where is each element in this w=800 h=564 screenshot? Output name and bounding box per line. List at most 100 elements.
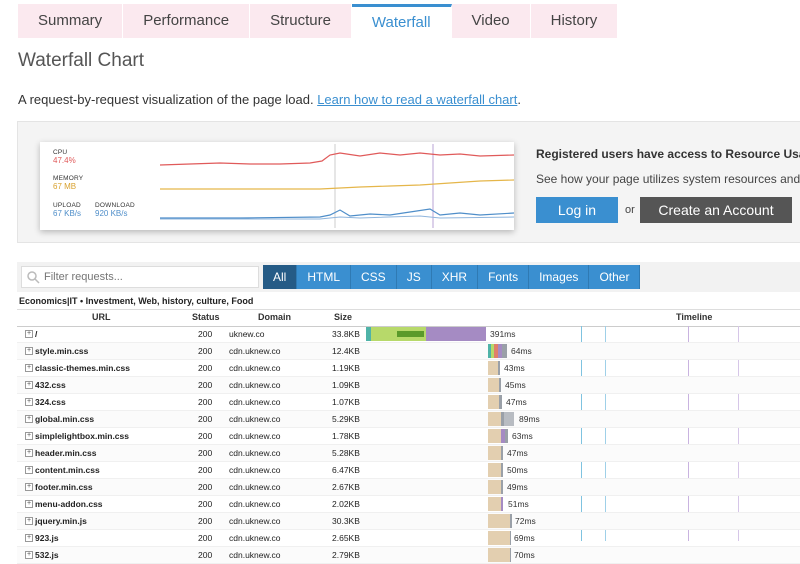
bar-blocked <box>488 395 499 409</box>
row-size: 5.28KB <box>332 448 360 458</box>
row-url: 324.css <box>35 397 66 407</box>
row-status: 200 <box>198 465 213 475</box>
row-url: 432.css <box>35 380 66 390</box>
filter-js-button[interactable]: JS <box>396 265 432 289</box>
table-row[interactable]: + 324.css 200 cdn.uknew.co 1.07KB 47ms <box>17 394 800 411</box>
intro-sentence: A request-by-request visualization of th… <box>18 92 318 107</box>
table-row[interactable]: + menu-addon.css 200 cdn.uknew.co 2.02KB… <box>17 496 800 513</box>
search-icon <box>27 271 40 284</box>
row-time: 89ms <box>519 414 540 424</box>
row-status: 200 <box>198 346 213 356</box>
row-url: simplelightbox.min.css <box>35 431 129 441</box>
tab-structure[interactable]: Structure <box>250 4 352 38</box>
row-size: 1.19KB <box>332 363 360 373</box>
bar-blocked <box>488 497 501 511</box>
row-size: 12.4KB <box>332 346 360 356</box>
expand-icon[interactable]: + <box>25 466 33 474</box>
filter-xhr-button[interactable]: XHR <box>431 265 479 289</box>
expand-icon[interactable]: + <box>25 347 33 355</box>
expand-icon[interactable]: + <box>25 483 33 491</box>
table-row[interactable]: + header.min.css 200 cdn.uknew.co 5.28KB… <box>17 445 800 462</box>
table-row[interactable]: + footer.min.css 200 cdn.uknew.co 2.67KB… <box>17 479 800 496</box>
table-row[interactable]: + classic-themes.min.css 200 cdn.uknew.c… <box>17 360 800 377</box>
expand-icon[interactable]: + <box>25 449 33 457</box>
row-domain: cdn.uknew.co <box>229 499 281 509</box>
tab-history[interactable]: History <box>530 4 619 38</box>
bar-receive <box>504 412 514 426</box>
row-url: style.min.css <box>35 346 89 356</box>
col-status-header[interactable]: Status <box>192 312 220 322</box>
tab-performance[interactable]: Performance <box>123 4 251 38</box>
bar-blocked <box>488 480 501 494</box>
learn-waterfall-link[interactable]: Learn how to read a waterfall chart <box>317 92 517 107</box>
bar-blocked <box>488 514 510 528</box>
row-size: 6.47KB <box>332 465 360 475</box>
filter-other-button[interactable]: Other <box>589 265 641 289</box>
page-title: Waterfall Chart <box>18 50 144 71</box>
col-domain-header[interactable]: Domain <box>258 312 291 322</box>
row-time: 391ms <box>490 329 516 339</box>
bar-receive <box>502 344 507 358</box>
table-row[interactable]: + content.min.css 200 cdn.uknew.co 6.47K… <box>17 462 800 479</box>
row-domain: cdn.uknew.co <box>229 550 281 560</box>
col-size-header[interactable]: Size <box>334 312 352 322</box>
login-button[interactable]: Log in <box>536 197 618 223</box>
row-url: global.min.css <box>35 414 95 424</box>
filter-html-button[interactable]: HTML <box>297 265 352 289</box>
col-url-header[interactable]: URL <box>92 312 111 322</box>
bar-blocked <box>488 412 501 426</box>
download-line <box>160 208 514 219</box>
row-domain: cdn.uknew.co <box>229 397 281 407</box>
row-size: 33.8KB <box>332 329 360 339</box>
or-separator: or <box>625 204 635 216</box>
bar-receive <box>510 531 511 545</box>
expand-icon[interactable]: + <box>25 398 33 406</box>
table-row[interactable]: + jquery.min.js 200 cdn.uknew.co 30.3KB … <box>17 513 800 530</box>
expand-icon[interactable]: + <box>25 500 33 508</box>
bar-blocked <box>488 463 501 477</box>
row-time: 70ms <box>514 550 535 560</box>
filter-images-button[interactable]: Images <box>529 265 590 289</box>
expand-icon[interactable]: + <box>25 415 33 423</box>
tab-summary[interactable]: Summary <box>18 4 124 38</box>
filter-fonts-button[interactable]: Fonts <box>478 265 530 289</box>
table-row[interactable]: + simplelightbox.min.css 200 cdn.uknew.c… <box>17 428 800 445</box>
expand-icon[interactable]: + <box>25 330 33 338</box>
row-time: 47ms <box>506 397 527 407</box>
expand-icon[interactable]: + <box>25 432 33 440</box>
row-status: 200 <box>198 482 213 492</box>
col-timeline-header: Timeline <box>676 312 713 322</box>
filter-requests-input[interactable] <box>21 266 259 288</box>
filter-type-buttons: All HTML CSS JS XHR Fonts Images Other <box>263 265 641 289</box>
expand-icon[interactable]: + <box>25 381 33 389</box>
tab-video[interactable]: Video <box>451 4 531 38</box>
table-row[interactable]: + style.min.css 200 cdn.uknew.co 12.4KB … <box>17 343 800 360</box>
table-row[interactable]: + 532.js 200 cdn.uknew.co 2.79KB 70ms <box>17 547 800 564</box>
filter-all-button[interactable]: All <box>263 265 298 289</box>
tab-waterfall[interactable]: Waterfall <box>351 4 452 38</box>
row-domain: uknew.co <box>229 329 265 339</box>
row-domain: cdn.uknew.co <box>229 380 281 390</box>
row-domain: cdn.uknew.co <box>229 482 281 492</box>
waterfall-rows: + / 200 uknew.co 33.8KB 391ms + style.mi… <box>17 326 800 564</box>
row-size: 1.78KB <box>332 431 360 441</box>
bar-receive <box>510 548 511 562</box>
filter-css-button[interactable]: CSS <box>351 265 397 289</box>
expand-icon[interactable]: + <box>25 517 33 525</box>
row-domain: cdn.uknew.co <box>229 516 281 526</box>
row-size: 2.79KB <box>332 550 360 560</box>
table-row[interactable]: + 432.css 200 cdn.uknew.co 1.09KB 45ms <box>17 377 800 394</box>
table-row[interactable]: + global.min.css 200 cdn.uknew.co 5.29KB… <box>17 411 800 428</box>
memory-line <box>160 179 514 190</box>
row-status: 200 <box>198 414 213 424</box>
bar-blocked <box>488 378 499 392</box>
expand-icon[interactable]: + <box>25 551 33 559</box>
create-account-button[interactable]: Create an Account <box>640 197 792 223</box>
row-domain: cdn.uknew.co <box>229 414 281 424</box>
table-row[interactable]: + / 200 uknew.co 33.8KB 391ms <box>17 326 800 343</box>
row-domain: cdn.uknew.co <box>229 533 281 543</box>
row-size: 1.09KB <box>332 380 360 390</box>
table-row[interactable]: + 923.js 200 cdn.uknew.co 2.65KB 69ms <box>17 530 800 547</box>
expand-icon[interactable]: + <box>25 364 33 372</box>
row-time: 49ms <box>507 482 528 492</box>
